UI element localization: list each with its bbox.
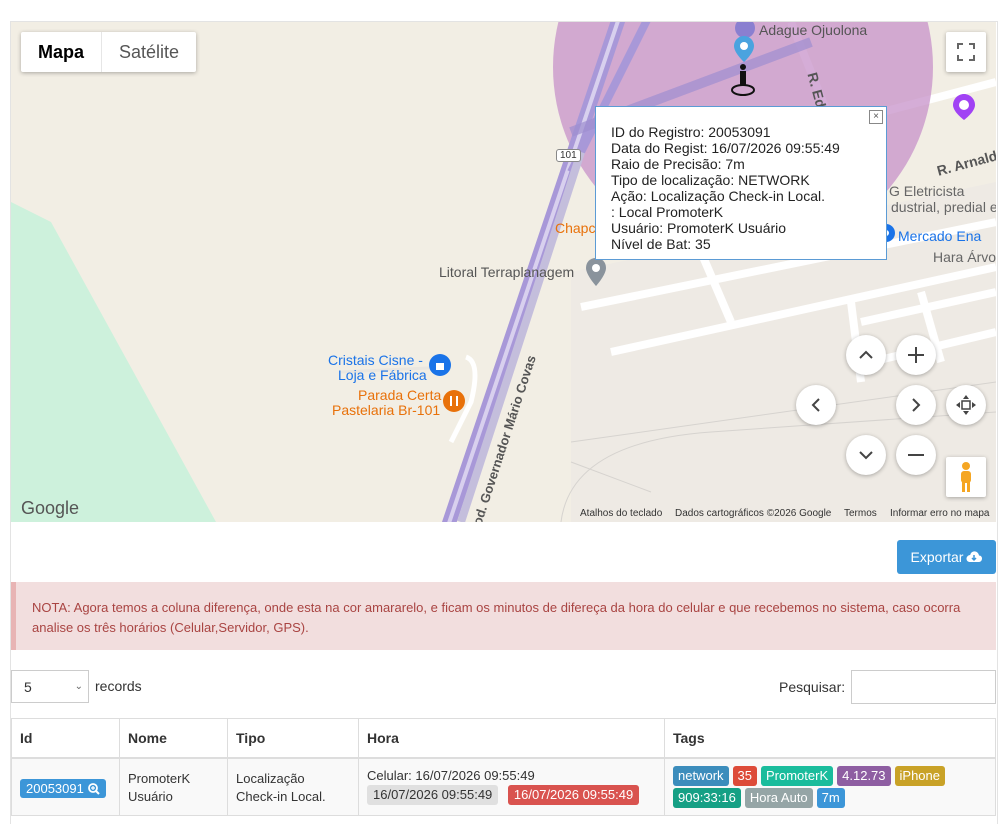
record-id-label: 20053091 (26, 781, 84, 796)
cell-hora: Celular: 16/07/2026 09:55:49 16/07/2026 … (358, 757, 665, 816)
map-type-satellite-button[interactable]: Satélite (102, 32, 196, 72)
keyboard-shortcuts-link[interactable]: Atalhos do teclado (580, 508, 662, 519)
nome-line-2: Usuário (128, 789, 173, 804)
tag-badge: 7m (816, 788, 845, 808)
tags-container: network 35 PromoterK 4.12.73 iPhone 909:33:16… (673, 765, 987, 809)
records-table: Id Nome Tipo Hora Tags 20053091 Promoter… (11, 718, 996, 816)
recenter-icon (956, 395, 976, 415)
chevron-up-icon (859, 350, 873, 359)
map-label-cristais[interactable]: Cristais Cisne - (328, 352, 423, 368)
column-header-tags[interactable]: Tags (664, 718, 996, 759)
street-view-button[interactable] (946, 457, 986, 497)
pan-down-button[interactable] (846, 435, 886, 475)
map-label-mercado[interactable]: Mercado Ena (898, 228, 981, 244)
map-pin-gray-icon[interactable] (586, 258, 606, 286)
plus-icon (908, 347, 924, 363)
tag-badge: network (673, 766, 729, 786)
pegman-icon (961, 462, 971, 492)
route-shield-101: 101 (556, 149, 581, 162)
column-header-nome[interactable]: Nome (119, 718, 228, 759)
tag-badge: Hora Auto (744, 788, 813, 808)
column-header-tipo[interactable]: Tipo (227, 718, 359, 759)
map-label-adague: Adague Ojuolona (759, 22, 868, 38)
info-window: × ID do Registro: 20053091 Data do Regis… (595, 106, 887, 260)
tag-badge: 909:33:16 (673, 788, 741, 808)
cell-id: 20053091 (11, 757, 120, 816)
pan-right-button[interactable] (896, 385, 936, 425)
restaurant-icon[interactable] (443, 390, 465, 412)
report-error-link[interactable]: Informar erro no mapa (890, 508, 990, 519)
pan-up-button[interactable] (846, 335, 886, 375)
cell-tags: network 35 PromoterK 4.12.73 iPhone 909:33:16… (664, 757, 996, 816)
map-type-map-button[interactable]: Mapa (21, 32, 103, 72)
page-length-select[interactable]: 5 ⌄ (11, 670, 89, 703)
search-label: Pesquisar: (779, 679, 846, 695)
cloud-download-icon (966, 551, 983, 562)
info-bateria: Nível de Bat: 35 (611, 236, 711, 252)
map-label-eletricista-2: dustrial, predial e (891, 199, 996, 215)
info-raio: Raio de Precisão: 7m (611, 156, 745, 172)
google-logo: Google (21, 498, 80, 518)
nome-line-1: PromoterK (128, 771, 191, 786)
hora-gps-badge: 16/07/2026 09:55:49 (507, 785, 640, 805)
search-input[interactable] (851, 670, 996, 704)
chevron-left-icon (811, 398, 820, 412)
info-registro: ID do Registro: 20053091 (611, 124, 771, 140)
export-label: Exportar (910, 549, 964, 565)
table-row: 20053091 PromoterK Usuário Localização C… (11, 757, 996, 816)
map-data-attribution: Dados cartográficos ©2026 Google (675, 508, 832, 519)
page-length-value: 5 (24, 679, 32, 695)
location-pin-icon[interactable] (729, 36, 759, 104)
map-label-cristais-2[interactable]: Loja e Fábrica (338, 367, 427, 383)
map-label-hora-arvor: Hara Árvor (933, 249, 996, 265)
info-tipo: Tipo de localização: NETWORK (611, 172, 810, 188)
info-local: : Local PromoterK (611, 204, 724, 220)
shop-icon[interactable] (429, 354, 451, 376)
hora-servidor-badge: 16/07/2026 09:55:49 (367, 785, 499, 805)
note-alert: NOTA: Agora temos a coluna diferença, on… (11, 582, 996, 650)
cell-tipo: Localização Check-in Local. (227, 757, 359, 816)
fullscreen-icon (957, 43, 975, 61)
info-acao: Ação: Localização Check-in Local. (611, 188, 826, 204)
chevron-down-icon: ⌄ (74, 681, 83, 692)
tipo-line-1: Localização (236, 771, 305, 786)
minus-icon (908, 454, 924, 456)
info-data: Data do Regist: 16/07/2026 09:55:49 (611, 140, 840, 156)
info-usuario: Usuário: PromoterK Usuário (611, 220, 787, 236)
recenter-button[interactable] (946, 385, 986, 425)
zoom-search-icon (87, 782, 100, 795)
tag-badge: 35 (732, 766, 757, 786)
pan-left-button[interactable] (796, 385, 836, 425)
map-label-eletricista: G Eletricista (889, 183, 965, 199)
zoom-in-button[interactable] (896, 335, 936, 375)
fullscreen-button[interactable] (946, 32, 986, 72)
poi-pin-purple-icon[interactable] (953, 94, 975, 120)
map-label-parada[interactable]: Parada Certa (358, 387, 441, 403)
export-button[interactable]: Exportar (897, 540, 996, 574)
terms-link[interactable]: Termos (844, 508, 877, 519)
tag-badge: PromoterK (761, 766, 834, 786)
tag-badge: iPhone (894, 766, 945, 786)
info-window-close-icon[interactable]: × (869, 110, 883, 124)
column-header-hora[interactable]: Hora (358, 718, 665, 759)
tipo-line-2: Check-in Local. (236, 789, 326, 804)
map-label-litoral[interactable]: Litoral Terraplanagem (439, 264, 574, 280)
records-label: records (95, 678, 142, 694)
chevron-right-icon (912, 398, 921, 412)
tag-badge: 4.12.73 (837, 766, 891, 786)
map-view[interactable]: Adague Ojuolona R. Ed R. Arnaldo G Eletr… (11, 22, 996, 522)
map-type-control: Mapa Satélite (21, 32, 197, 72)
map-label-chapc[interactable]: Chapc (555, 220, 595, 236)
hora-celular: Celular: 16/07/2026 09:55:49 (367, 768, 535, 783)
cell-nome: PromoterK Usuário (119, 757, 228, 816)
column-header-id[interactable]: Id (11, 718, 120, 759)
map-label-parada-2[interactable]: Pastelaria Br-101 (332, 402, 440, 418)
chevron-down-icon (859, 451, 873, 460)
zoom-out-button[interactable] (896, 435, 936, 475)
record-id-button[interactable]: 20053091 (20, 779, 106, 798)
